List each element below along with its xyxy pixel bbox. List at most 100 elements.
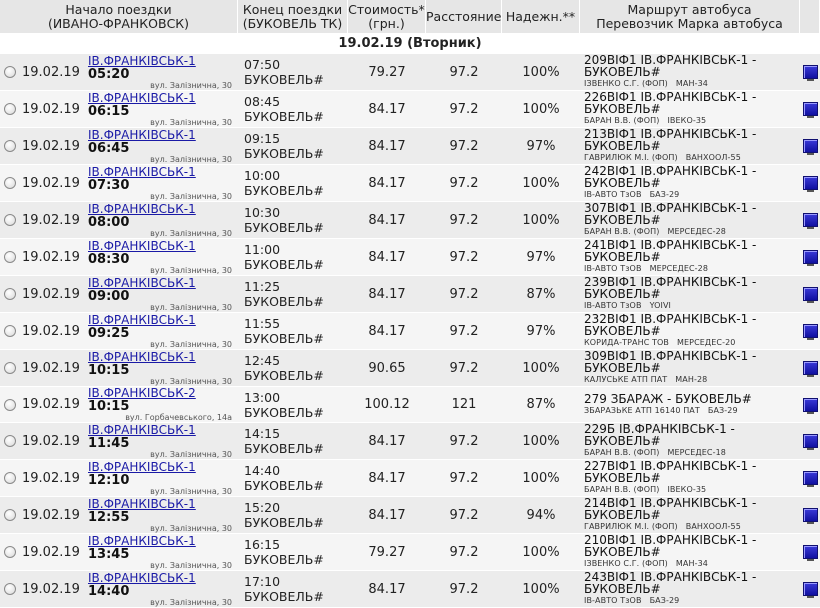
table-row[interactable]: 19.02.19 ІВ.ФРАНКІВСЬК-1 07:30 вул. Залізн… — [0, 165, 820, 202]
select-radio[interactable] — [0, 165, 20, 202]
trip-date: 19.02.19 — [20, 313, 88, 350]
select-radio[interactable] — [0, 497, 20, 534]
bus-info-cell[interactable] — [800, 91, 820, 128]
monitor-icon[interactable] — [802, 65, 818, 81]
departure-station-link[interactable]: ІВ.ФРАНКІВСЬК-1 — [88, 128, 196, 142]
bus-info-cell[interactable] — [800, 534, 820, 571]
table-row[interactable]: 19.02.19 ІВ.ФРАНКІВСЬК-1 05:20 вул. Залізн… — [0, 54, 820, 91]
table-row[interactable]: 19.02.19 ІВ.ФРАНКІВСЬК-1 13:45 вул. Залізн… — [0, 534, 820, 571]
select-radio[interactable] — [0, 387, 20, 423]
monitor-icon[interactable] — [802, 508, 818, 524]
bus-info-cell[interactable] — [800, 128, 820, 165]
departure-address: вул. Залізнична, 30 — [150, 265, 232, 275]
bus-info-cell[interactable] — [800, 423, 820, 460]
route-cell: 243ВІФ1 ІВ.ФРАНКІВСЬК-1 - БУКОВЕЛЬ# ІВ-АВ… — [580, 571, 800, 608]
departure-station-link[interactable]: ІВ.ФРАНКІВСЬК-1 — [88, 460, 196, 474]
departure-station-link[interactable]: ІВ.ФРАНКІВСЬК-1 — [88, 497, 196, 511]
select-radio[interactable] — [0, 239, 20, 276]
monitor-icon[interactable] — [802, 213, 818, 229]
cost: 84.17 — [348, 276, 426, 313]
monitor-icon[interactable] — [802, 397, 818, 414]
monitor-icon[interactable] — [802, 471, 818, 487]
bus-info-cell[interactable] — [800, 571, 820, 608]
bus-info-cell[interactable] — [800, 387, 820, 423]
bus-info-cell[interactable] — [800, 460, 820, 497]
select-radio[interactable] — [0, 460, 20, 497]
departure-station-link[interactable]: ІВ.ФРАНКІВСЬК-1 — [88, 534, 196, 548]
select-radio[interactable] — [0, 534, 20, 571]
departure-station-link[interactable]: ІВ.ФРАНКІВСЬК-1 — [88, 571, 196, 585]
radio-button[interactable] — [4, 251, 16, 263]
radio-button[interactable] — [4, 325, 16, 337]
departure-station-link[interactable]: ІВ.ФРАНКІВСЬК-1 — [88, 350, 196, 364]
select-radio[interactable] — [0, 571, 20, 608]
table-row[interactable]: 19.02.19 ІВ.ФРАНКІВСЬК-1 12:10 вул. Залізн… — [0, 460, 820, 497]
radio-button[interactable] — [4, 288, 16, 300]
monitor-icon[interactable] — [802, 582, 818, 598]
departure-time: 13:45 — [88, 546, 130, 562]
departure-station-link[interactable]: ІВ.ФРАНКІВСЬК-1 — [88, 54, 196, 68]
monitor-icon[interactable] — [802, 361, 818, 377]
departure-station-link[interactable]: ІВ.ФРАНКІВСЬК-1 — [88, 423, 196, 437]
table-row[interactable]: 19.02.19 ІВ.ФРАНКІВСЬК-1 08:30 вул. Залізн… — [0, 239, 820, 276]
monitor-icon[interactable] — [802, 287, 818, 303]
bus-info-cell[interactable] — [800, 276, 820, 313]
table-row[interactable]: 19.02.19 ІВ.ФРАНКІВСЬК-1 06:45 вул. Залізн… — [0, 128, 820, 165]
radio-button[interactable] — [4, 509, 16, 521]
bus-info-cell[interactable] — [800, 202, 820, 239]
departure-station-link[interactable]: ІВ.ФРАНКІВСЬК-1 — [88, 313, 196, 327]
bus-info-cell[interactable] — [800, 239, 820, 276]
radio-button[interactable] — [4, 177, 16, 189]
monitor-icon[interactable] — [802, 139, 818, 155]
departure-station-link[interactable]: ІВ.ФРАНКІВСЬК-1 — [88, 91, 196, 105]
arrival: 14:40 БУКОВЕЛЬ# — [238, 460, 348, 497]
table-row[interactable]: 19.02.19 ІВ.ФРАНКІВСЬК-1 09:25 вул. Залізн… — [0, 313, 820, 350]
radio-button[interactable] — [4, 546, 16, 558]
select-radio[interactable] — [0, 350, 20, 387]
bus-info-cell[interactable] — [800, 350, 820, 387]
monitor-icon[interactable] — [802, 102, 818, 118]
radio-button[interactable] — [4, 398, 16, 411]
bus-info-cell[interactable] — [800, 165, 820, 202]
departure-address: вул. Залізнична, 30 — [150, 154, 232, 164]
table-row[interactable]: 19.02.19 ІВ.ФРАНКІВСЬК-2 10:15 вул. Горбач… — [0, 387, 820, 423]
monitor-icon[interactable] — [802, 324, 818, 340]
select-radio[interactable] — [0, 202, 20, 239]
table-row[interactable]: 19.02.19 ІВ.ФРАНКІВСЬК-1 10:15 вул. Залізн… — [0, 350, 820, 387]
route-cell: 241ВІФ1 ІВ.ФРАНКІВСЬК-1 - БУКОВЕЛЬ# ІВ-АВ… — [580, 239, 800, 276]
table-row[interactable]: 19.02.19 ІВ.ФРАНКІВСЬК-1 14:40 вул. Залізн… — [0, 571, 820, 608]
monitor-icon[interactable] — [802, 250, 818, 266]
table-row[interactable]: 19.02.19 ІВ.ФРАНКІВСЬК-1 09:00 вул. Залізн… — [0, 276, 820, 313]
monitor-icon[interactable] — [802, 434, 818, 450]
radio-button[interactable] — [4, 435, 16, 447]
radio-button[interactable] — [4, 66, 16, 78]
carrier: КАЛУСЬКЕ АТП ПАТ — [584, 375, 668, 384]
departure-station-link[interactable]: ІВ.ФРАНКІВСЬК-1 — [88, 239, 196, 253]
select-radio[interactable] — [0, 423, 20, 460]
bus-info-cell[interactable] — [800, 54, 820, 91]
select-radio[interactable] — [0, 313, 20, 350]
select-radio[interactable] — [0, 91, 20, 128]
monitor-icon[interactable] — [802, 176, 818, 192]
departure-station-link[interactable]: ІВ.ФРАНКІВСЬК-1 — [88, 202, 196, 216]
table-row[interactable]: 19.02.19 ІВ.ФРАНКІВСЬК-1 08:00 вул. Залізн… — [0, 202, 820, 239]
radio-button[interactable] — [4, 472, 16, 484]
table-row[interactable]: 19.02.19 ІВ.ФРАНКІВСЬК-1 11:45 вул. Залізн… — [0, 423, 820, 460]
select-radio[interactable] — [0, 54, 20, 91]
radio-button[interactable] — [4, 362, 16, 374]
radio-button[interactable] — [4, 103, 16, 115]
table-row[interactable]: 19.02.19 ІВ.ФРАНКІВСЬК-1 12:55 вул. Залізн… — [0, 497, 820, 534]
departure-station-link[interactable]: ІВ.ФРАНКІВСЬК-1 — [88, 165, 196, 179]
select-radio[interactable] — [0, 276, 20, 313]
bus-info-cell[interactable] — [800, 497, 820, 534]
departure-time: 10:15 — [88, 362, 130, 378]
table-row[interactable]: 19.02.19 ІВ.ФРАНКІВСЬК-1 06:15 вул. Залізн… — [0, 91, 820, 128]
departure-station-link[interactable]: ІВ.ФРАНКІВСЬК-1 — [88, 276, 196, 290]
monitor-icon[interactable] — [802, 545, 818, 561]
select-radio[interactable] — [0, 128, 20, 165]
radio-button[interactable] — [4, 140, 16, 152]
radio-button[interactable] — [4, 214, 16, 226]
radio-button[interactable] — [4, 583, 16, 595]
bus-info-cell[interactable] — [800, 313, 820, 350]
departure-station-link[interactable]: ІВ.ФРАНКІВСЬК-2 — [88, 386, 196, 400]
